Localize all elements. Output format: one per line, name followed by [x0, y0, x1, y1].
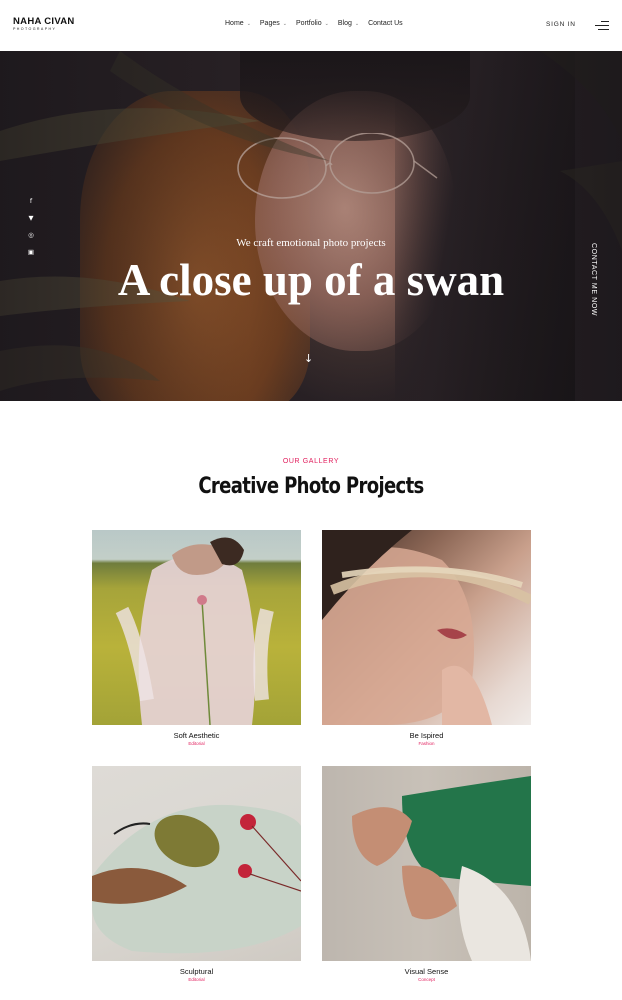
gallery-item-name[interactable]: Soft Aesthetic	[92, 731, 301, 740]
nav-item-label: Contact Us	[368, 20, 403, 27]
nav-item-blog[interactable]: Blog ⌄	[338, 20, 359, 27]
hero-title: A close up of a swan	[117, 255, 505, 305]
chevron-down-icon: ⌄	[324, 20, 329, 27]
hamburger-menu-icon[interactable]	[595, 20, 609, 31]
gallery-item-category[interactable]: Editorial	[92, 741, 301, 747]
brand-logo[interactable]: NAHA CIVAN PHOTOGRAPHY	[13, 17, 75, 32]
hero-section: f ▼ ◎ ▣ We craft emotional photo project…	[0, 51, 622, 401]
gallery-card[interactable]: Sculptural Editorial	[92, 766, 301, 983]
nav-item-label: Blog	[337, 20, 352, 27]
nav-item-label: Pages	[259, 20, 280, 27]
gallery-item-category[interactable]: Fashion	[322, 741, 531, 747]
main-nav: Home ⌄ Pages ⌄ Portfolio ⌄ Blog ⌄ Contac…	[225, 20, 412, 27]
nav-item-home[interactable]: Home ⌄	[225, 20, 251, 27]
gallery-photo[interactable]	[92, 766, 301, 961]
gallery-item-category[interactable]: Concept	[322, 977, 531, 983]
brand-name: NAHA CIVAN	[13, 16, 75, 27]
gallery-item-category[interactable]: Editorial	[92, 977, 301, 983]
gallery-card[interactable]: Visual Sense Concept	[322, 766, 531, 983]
gallery-card[interactable]: Soft Aesthetic Editorial	[92, 530, 301, 747]
site-header: NAHA CIVAN PHOTOGRAPHY Home ⌄ Pages ⌄ Po…	[0, 0, 622, 51]
chevron-down-icon: ⌄	[282, 20, 287, 27]
arrow-down-icon[interactable]: ↓	[304, 352, 313, 365]
hero-overlay	[0, 51, 622, 401]
gallery-item-name[interactable]: Visual Sense	[322, 967, 531, 976]
gallery-photo[interactable]	[322, 766, 531, 961]
gallery-item-name[interactable]: Be Ispired	[322, 731, 531, 740]
gallery-card[interactable]: Be Ispired Fashion	[322, 530, 531, 747]
gallery-eyebrow: OUR GALLERY	[282, 458, 340, 465]
gallery-item-name[interactable]: Sculptural	[92, 967, 301, 976]
twitter-icon[interactable]: ▼	[27, 214, 35, 222]
nav-item-contact[interactable]: Contact Us	[368, 20, 403, 27]
chevron-down-icon: ⌄	[246, 20, 251, 27]
sign-in-link[interactable]: SIGN IN	[546, 21, 576, 28]
gallery-title: Creative Photo Projects	[198, 474, 424, 499]
contact-me-link[interactable]: CONTACT ME NOW	[583, 243, 597, 316]
nav-item-label: Portfolio	[295, 20, 322, 27]
nav-item-pages[interactable]: Pages ⌄	[260, 20, 287, 27]
nav-item-label: Home	[225, 20, 244, 27]
chevron-down-icon: ⌄	[354, 20, 360, 27]
brand-tagline: PHOTOGRAPHY	[13, 27, 57, 31]
gallery-photo[interactable]	[322, 530, 531, 725]
gallery-photo[interactable]	[92, 530, 301, 725]
facebook-icon[interactable]: f	[27, 197, 35, 205]
hero-subtitle: We craft emotional photo projects	[236, 237, 386, 249]
nav-item-portfolio[interactable]: Portfolio ⌄	[296, 20, 329, 27]
